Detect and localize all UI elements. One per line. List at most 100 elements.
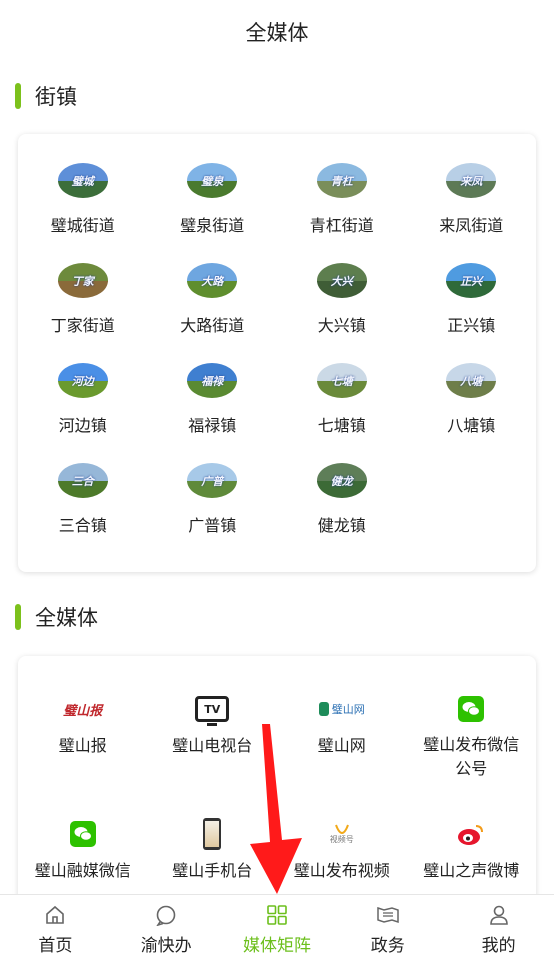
town-photo-caption: 广普 [201, 474, 224, 488]
town-photo-caption: 来凤 [460, 174, 483, 188]
media-item[interactable]: 视频号 璧山发布视频 [277, 781, 407, 906]
town-name: 广普镇 [188, 516, 237, 535]
town-photo: 健龙 [316, 463, 367, 498]
media-item[interactable]: 璧山发布微信公号 [407, 656, 537, 781]
tab-label: 媒体矩阵 [242, 936, 311, 956]
town-photo-caption: 大兴 [330, 274, 353, 288]
town-item[interactable]: 八塘 八塘镇 [407, 336, 537, 436]
town-photo-caption: 八塘 [460, 374, 483, 388]
town-name: 丁家街道 [50, 316, 115, 335]
town-photo-caption: 福禄 [201, 374, 224, 388]
town-item[interactable]: 三合 三合镇 [18, 436, 148, 536]
town-photo-caption: 正兴 [460, 274, 483, 288]
town-photo: 大兴 [316, 263, 367, 298]
town-item[interactable]: 来凤 来凤街道 [407, 136, 537, 236]
town-photo-caption: 健龙 [330, 474, 353, 488]
town-name: 大路街道 [180, 316, 245, 335]
media-name: 璧山手机台 [172, 861, 253, 880]
town-item[interactable]: 河边 河边镇 [18, 336, 148, 436]
wechat-icon [69, 809, 96, 859]
town-photo: 河边 [57, 363, 108, 398]
newspaper-icon [376, 903, 400, 927]
town-item[interactable]: 青杠 青杠街道 [277, 136, 407, 236]
tab-label: 政务 [370, 936, 405, 956]
media-name: 璧山电视台 [172, 736, 253, 755]
town-photo-caption: 三合 [71, 474, 94, 488]
town-item[interactable]: 福禄 福禄镇 [148, 336, 278, 436]
town-item[interactable]: 大路 大路街道 [148, 236, 278, 336]
top-bar: 全媒体 [0, 0, 554, 64]
town-item[interactable]: 璧泉 璧泉街道 [148, 136, 278, 236]
bottom-tab-bar: 首页 渝快办 媒体矩阵 政务 我的 [0, 894, 554, 956]
media-name: 璧山发布视频 [293, 861, 390, 880]
tab-label: 首页 [38, 936, 73, 956]
town-item[interactable]: 大兴 大兴镇 [277, 236, 407, 336]
town-photo: 大路 [187, 263, 238, 298]
town-photo: 璧城 [57, 163, 108, 198]
tab-chat-bubble[interactable]: 渝快办 [111, 895, 222, 956]
home-icon [43, 903, 67, 927]
section-title-towns: 街镇 [35, 85, 77, 109]
town-name: 三合镇 [58, 516, 107, 535]
section-accent-bar [15, 83, 21, 109]
town-photo: 璧泉 [187, 163, 238, 198]
town-name: 来凤街道 [439, 216, 504, 235]
media-name: 璧山之声微博 [423, 861, 520, 880]
town-photo: 丁家 [57, 263, 108, 298]
town-name: 福禄镇 [188, 416, 237, 435]
section-accent-bar [15, 604, 21, 630]
town-photo: 七塘 [316, 363, 367, 398]
town-photo: 八塘 [446, 363, 497, 398]
media-name: 璧山报 [58, 736, 107, 755]
media-grid: 璧山报 璧山报 TV 璧山电视台 璧山网 璧山网 璧山发布微信公号 璧山融媒微信 璧山手机台 视频… [18, 656, 536, 906]
town-photo-caption: 河边 [71, 374, 94, 388]
phone-icon [203, 809, 222, 859]
tab-label: 我的 [481, 936, 516, 956]
media-item[interactable]: 璧山网 璧山网 [277, 656, 407, 781]
grid-icon [265, 903, 289, 927]
town-item[interactable]: 健龙 健龙镇 [277, 436, 407, 536]
tab-user[interactable]: 我的 [443, 895, 554, 956]
media-item[interactable]: TV 璧山电视台 [148, 656, 278, 781]
town-item[interactable]: 七塘 七塘镇 [277, 336, 407, 436]
town-item[interactable]: 正兴 正兴镇 [407, 236, 537, 336]
town-name: 河边镇 [58, 416, 107, 435]
media-item[interactable]: 璧山手机台 [148, 781, 278, 906]
town-photo-caption: 丁家 [71, 274, 94, 288]
town-photo: 青杠 [316, 163, 367, 198]
town-photo: 福禄 [187, 363, 238, 398]
section-header-media: 全媒体 [0, 602, 98, 632]
towns-card: 璧城 璧城街道 璧泉 璧泉街道 青杠 青杠街道 来凤 来凤街道 丁家 丁家街道 大路 大路街道 大兴 大兴… [18, 134, 536, 572]
town-name: 七塘镇 [317, 416, 366, 435]
town-photo: 广普 [187, 463, 238, 498]
town-photo-caption: 青杠 [330, 174, 353, 188]
media-item[interactable]: 璧山之声微博 [407, 781, 537, 906]
media-item[interactable]: 璧山报 璧山报 [18, 656, 148, 781]
weibo-icon [457, 809, 485, 859]
tab-label: 渝快办 [140, 936, 192, 956]
town-item[interactable]: 璧城 璧城街道 [18, 136, 148, 236]
towns-grid: 璧城 璧城街道 璧泉 璧泉街道 青杠 青杠街道 来凤 来凤街道 丁家 丁家街道 大路 大路街道 大兴 大兴… [18, 134, 536, 536]
tab-newspaper[interactable]: 政务 [332, 895, 443, 956]
newspaper-logo-icon: 璧山报 [63, 703, 103, 719]
town-name: 璧城街道 [50, 216, 115, 235]
town-name: 青杠街道 [309, 216, 374, 235]
town-photo-caption: 璧泉 [201, 174, 224, 188]
town-photo: 三合 [57, 463, 108, 498]
page-title: 全媒体 [245, 21, 309, 45]
section-title-media: 全媒体 [35, 606, 98, 630]
town-item[interactable]: 丁家 丁家街道 [18, 236, 148, 336]
media-name: 璧山发布微信公号 [423, 735, 520, 778]
tv-icon: TV [195, 684, 230, 734]
wechat-icon [458, 684, 485, 733]
tab-home[interactable]: 首页 [0, 895, 111, 956]
media-name: 璧山融媒微信 [34, 861, 131, 880]
media-name: 璧山网 [317, 736, 366, 755]
town-photo: 来凤 [446, 163, 497, 198]
town-item[interactable]: 广普 广普镇 [148, 436, 278, 536]
town-name: 璧泉街道 [180, 216, 245, 235]
tab-grid[interactable]: 媒体矩阵 [222, 895, 333, 956]
town-name: 八塘镇 [447, 416, 496, 435]
media-item[interactable]: 璧山融媒微信 [18, 781, 148, 906]
town-photo-caption: 璧城 [71, 174, 94, 188]
